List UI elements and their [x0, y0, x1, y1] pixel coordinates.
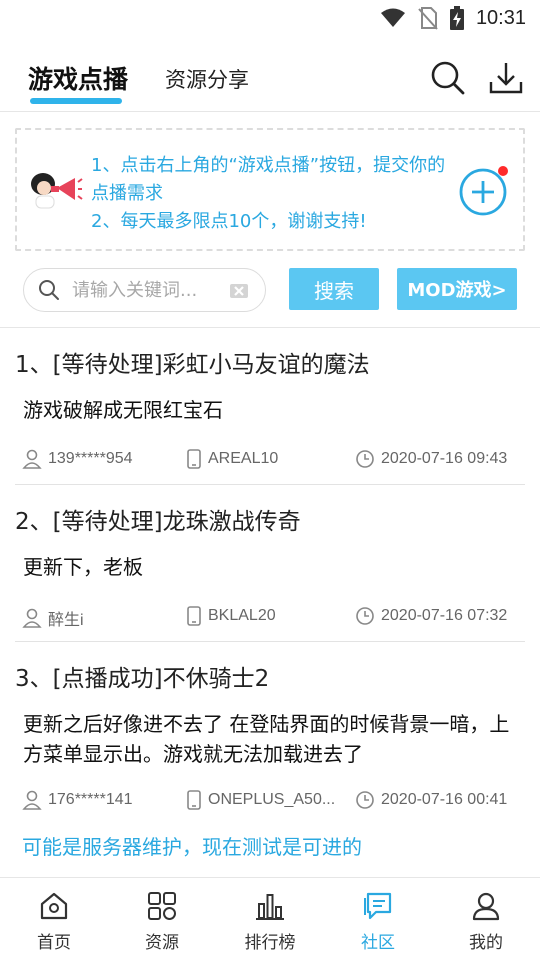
user-name: 139*****954	[48, 450, 133, 467]
tab-game-request[interactable]: 游戏点播	[28, 60, 129, 104]
status-time: 10:31	[475, 6, 526, 29]
bottom-nav: 首页 资源 排行榜 社区 我的	[0, 877, 540, 960]
search-input[interactable]	[72, 277, 220, 303]
post-time: 2020-07-16 09:43	[355, 449, 507, 469]
nav-item-ranking[interactable]: 排行榜	[230, 890, 310, 953]
divider	[15, 641, 525, 642]
active-tab-indicator	[30, 98, 122, 104]
phone-icon	[187, 790, 201, 810]
clock-icon	[356, 607, 374, 625]
divider	[15, 484, 525, 485]
post-time: 2020-07-16 00:41	[355, 790, 507, 810]
download-button[interactable]	[488, 60, 524, 96]
nav-label: 首页	[37, 933, 71, 953]
post-title: 3、[点播成功]不休骑士2	[15, 666, 270, 692]
banner-line-1: 1、点击右上角的“游戏点播”按钮，提交你的点播需求	[91, 155, 446, 204]
add-request-button[interactable]	[457, 164, 509, 216]
nav-label: 资源	[145, 933, 179, 953]
user-icon	[22, 608, 42, 628]
user-icon	[22, 449, 42, 469]
search-box	[23, 268, 266, 312]
search-button[interactable]	[430, 60, 466, 96]
time-text: 2020-07-16 00:41	[381, 791, 508, 808]
tab-label: 资源分享	[165, 68, 249, 92]
time-text: 2020-07-16 09:43	[381, 450, 508, 467]
post-user: 176*****141	[22, 790, 133, 810]
divider	[0, 327, 540, 328]
clock-icon	[356, 791, 374, 809]
nav-item-community[interactable]: 社区	[338, 890, 418, 953]
tab-label: 游戏点播	[28, 65, 129, 94]
status-bar: 10:31	[0, 0, 540, 36]
top-header: 游戏点播 资源分享	[0, 50, 540, 112]
user-name: 176*****141	[48, 791, 133, 808]
post-time: 2020-07-16 07:32	[355, 606, 507, 626]
post-device: BKLAL20	[186, 606, 276, 626]
nav-label: 排行榜	[244, 933, 296, 953]
user-name: 醉生i	[48, 612, 84, 629]
device-name: AREAL10	[208, 450, 279, 467]
admin-reply: 可能是服务器维护，现在测试是可进的	[22, 835, 362, 859]
banner-line-2: 2、每天最多限点10个，谢谢支持!	[91, 211, 367, 232]
post-user: 139*****954	[22, 449, 133, 469]
device-name: ONEPLUS_A50...	[208, 791, 336, 808]
time-text: 2020-07-16 07:32	[381, 607, 508, 624]
device-name: BKLAL20	[208, 607, 276, 624]
bar-chart-icon	[256, 894, 284, 920]
post-meta: 176*****141 ONEPLUS_A50... 2020-07-16 00…	[0, 790, 540, 814]
chat-icon	[364, 892, 392, 920]
banner-text: 1、点击右上角的“游戏点播”按钮，提交你的点播需求 2、每天最多限点10个，谢谢…	[91, 152, 451, 236]
mascot-megaphone-icon	[31, 173, 83, 209]
search-icon	[431, 61, 465, 95]
post-body: 游戏破解成无限红宝石	[23, 398, 223, 422]
post-meta: 醉生i BKLAL20 2020-07-16 07:32	[0, 606, 540, 630]
wifi-icon	[380, 8, 405, 27]
post-body: 更新下，老板	[23, 555, 143, 579]
nav-label: 我的	[469, 933, 503, 953]
mod-games-button[interactable]: MOD游戏>	[397, 268, 517, 310]
tab-resource-share[interactable]: 资源分享	[165, 64, 249, 94]
battery-charging-icon	[449, 6, 464, 30]
user-icon	[22, 790, 42, 810]
post-user: 醉生i	[22, 606, 84, 630]
nav-label: 社区	[361, 933, 395, 953]
post-device: ONEPLUS_A50...	[186, 790, 335, 810]
plus-circle-icon	[459, 166, 508, 216]
post-meta: 139*****954 AREAL10 2020-07-16 09:43	[0, 449, 540, 473]
clear-icon[interactable]	[228, 280, 250, 302]
download-icon	[489, 63, 523, 94]
post-title: 2、[等待处理]龙珠激战传奇	[15, 509, 301, 535]
person-icon	[472, 892, 500, 921]
phone-icon	[187, 449, 201, 469]
search-icon	[39, 280, 59, 300]
post-body: 更新之后好像进不去了 在登陆界面的时候背景一暗，上方菜单显示出。游戏就无法加载进…	[23, 712, 510, 766]
home-icon	[40, 892, 68, 920]
nav-item-mine[interactable]: 我的	[446, 890, 526, 953]
search-submit-button[interactable]: 搜索	[289, 268, 379, 310]
grid-icon	[148, 892, 176, 920]
clock-icon	[356, 450, 374, 468]
no-sim-icon	[418, 7, 438, 30]
notification-dot	[498, 166, 508, 176]
post-title: 1、[等待处理]彩虹小马友谊的魔法	[15, 352, 370, 378]
nav-item-home[interactable]: 首页	[14, 890, 94, 953]
phone-icon	[187, 606, 201, 626]
nav-item-resources[interactable]: 资源	[122, 890, 202, 953]
post-device: AREAL10	[186, 449, 278, 469]
request-notice-banner: 1、点击右上角的“游戏点播”按钮，提交你的点播需求 2、每天最多限点10个，谢谢…	[15, 128, 525, 251]
